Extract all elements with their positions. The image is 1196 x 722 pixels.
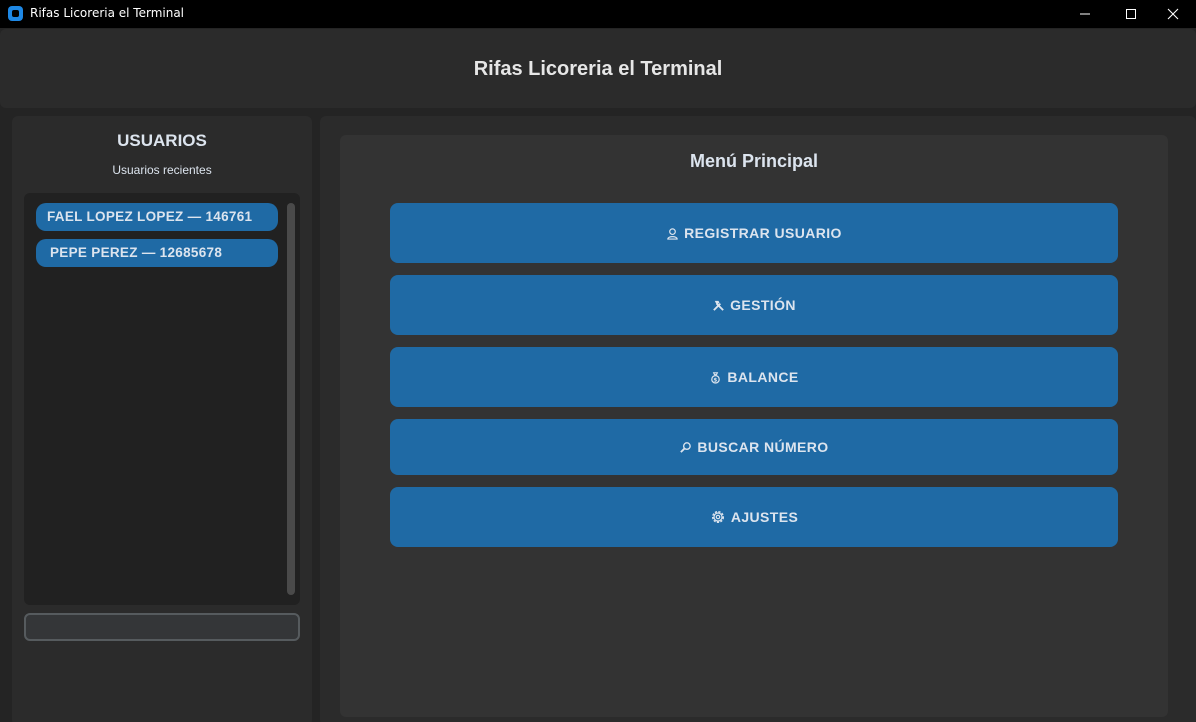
money-bag-icon: $ [709, 371, 722, 384]
app-title: Rifas Licoreria el Terminal [473, 58, 723, 80]
svg-text:$: $ [714, 377, 718, 383]
sidebar-subtitle: Usuarios recientes [112, 163, 212, 177]
balance-button[interactable]: $ BALANCE [390, 347, 1118, 407]
gear-icon [710, 509, 726, 525]
balance-label: BALANCE [727, 369, 799, 385]
app-icon [8, 6, 23, 21]
sidebar-title: USUARIOS [117, 131, 207, 150]
register-user-button[interactable]: REGISTRAR USUARIO [390, 203, 1118, 263]
search-number-button[interactable]: BUSCAR NÚMERO [390, 419, 1118, 475]
management-label: GESTIÓN [730, 297, 796, 313]
register-user-label: REGISTRAR USUARIO [684, 225, 842, 241]
minimize-icon [1080, 13, 1090, 15]
tools-icon [712, 299, 725, 312]
main-panel: Menú Principal REGISTRAR USUARIO GESTIÓN… [320, 116, 1196, 722]
minimize-button[interactable] [1062, 0, 1108, 28]
user-add-icon [666, 227, 679, 240]
close-button[interactable] [1150, 0, 1196, 28]
maximize-icon [1126, 9, 1136, 19]
main-menu-title: Menú Principal [689, 151, 819, 171]
window-titlebar: Rifas Licoreria el Terminal [0, 0, 1196, 28]
close-icon [1167, 8, 1179, 20]
app-header: Rifas Licoreria el Terminal [0, 29, 1196, 108]
maximize-button[interactable] [1108, 0, 1154, 28]
user-list-item[interactable]: FAEL LOPEZ LOPEZ — 146761 [36, 203, 278, 231]
management-button[interactable]: GESTIÓN [390, 275, 1118, 335]
search-number-label: BUSCAR NÚMERO [697, 439, 829, 455]
user-list-item[interactable]: PEPE PEREZ — 12685678 [36, 239, 278, 267]
users-sidebar: USUARIOS Usuarios recientes FAEL LOPEZ L… [12, 116, 312, 722]
settings-button[interactable]: AJUSTES [390, 487, 1118, 547]
magnifier-icon [679, 441, 692, 454]
settings-label: AJUSTES [730, 509, 799, 525]
window-title: Rifas Licoreria el Terminal [30, 6, 185, 20]
user-search-input[interactable] [24, 613, 300, 641]
main-menu-card: Menú Principal REGISTRAR USUARIO GESTIÓN… [340, 135, 1168, 717]
recent-users-list: FAEL LOPEZ LOPEZ — 146761 PEPE PEREZ — 1… [24, 193, 300, 605]
user-list-scrollbar[interactable] [287, 203, 295, 595]
